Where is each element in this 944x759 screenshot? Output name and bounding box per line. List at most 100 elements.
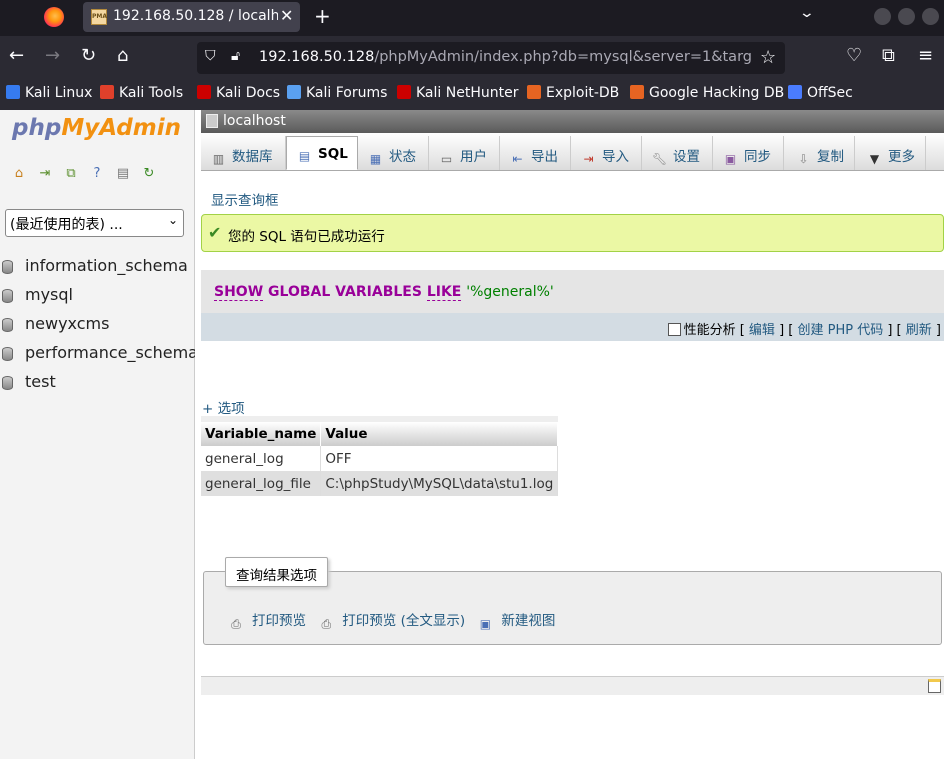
query-window-icon[interactable]: ⧉ — [63, 166, 79, 182]
bookmark-kali-tools[interactable]: Kali Tools — [100, 85, 183, 101]
home-icon[interactable]: ⌂ — [11, 166, 27, 182]
bookmark-kali-linux[interactable]: Kali Linux — [6, 85, 92, 101]
table-row[interactable]: general_log_file C:\phpStudy\MySQL\data\… — [201, 471, 559, 496]
forward-icon[interactable]: → — [45, 46, 60, 66]
query-results-operations-legend: 查询结果选项 — [225, 557, 328, 587]
browser-tab[interactable]: PMA 192.168.50.128 / localhost ✕ — [83, 2, 300, 32]
bookmark-kali-nethunter[interactable]: Kali NetHunter — [397, 85, 518, 101]
database-name[interactable]: performance_schema — [25, 343, 195, 362]
tab-label: SQL — [318, 146, 348, 162]
tab-label: 同步 — [744, 149, 771, 165]
tab-more[interactable]: ▼ 更多 — [855, 136, 926, 170]
database-icon — [2, 289, 13, 303]
tab-export[interactable]: ⇤ 导出 — [500, 136, 571, 170]
database-name[interactable]: mysql — [25, 285, 73, 304]
bookmark-kali-docs[interactable]: Kali Docs — [197, 85, 280, 101]
profiling-label[interactable]: 性能分析 — [684, 323, 736, 338]
database-name[interactable]: test — [25, 372, 56, 391]
column-header[interactable]: Variable_name — [201, 422, 322, 446]
table-row[interactable]: general_log OFF — [201, 446, 559, 471]
phpmyadmin-logo[interactable]: phpMyAdmin — [12, 115, 181, 141]
export-icon: ⇤ — [512, 152, 523, 166]
list-tabs-chevron-icon[interactable]: ⌄ — [799, 5, 815, 21]
documentation-icon[interactable]: ▤ — [115, 166, 131, 182]
database-item[interactable]: information_schema — [0, 253, 195, 282]
console-icon[interactable] — [928, 679, 941, 693]
tab-settings[interactable]: 🔧︎ 设置 — [642, 136, 713, 170]
maximize-window-icon[interactable] — [898, 8, 915, 25]
create-view-link[interactable]: 新建视图 — [501, 613, 555, 629]
sql-icon: ▤ — [298, 149, 311, 163]
sql-keyword-like[interactable]: LIKE — [426, 284, 462, 301]
column-header[interactable]: Value — [320, 422, 559, 446]
database-icon: ▥ — [212, 152, 225, 166]
bookmark-star-icon[interactable]: ☆ — [760, 47, 776, 68]
print-view-full-link[interactable]: 打印预览 (全文显示) — [342, 613, 465, 629]
back-icon[interactable]: ← — [9, 46, 24, 66]
tab-import[interactable]: ⇥ 导入 — [571, 136, 642, 170]
import-icon: ⇥ — [583, 152, 594, 166]
database-icon — [2, 376, 13, 390]
replication-icon: ⇩ — [798, 152, 809, 166]
sql-keyword-show[interactable]: SHOW — [214, 284, 264, 301]
pocket-icon[interactable]: ♡ — [846, 46, 862, 66]
extensions-icon[interactable]: ⧉ — [882, 46, 895, 66]
print-view-link[interactable]: 打印预览 — [252, 613, 306, 629]
tab-databases[interactable]: ▥ 数据库 — [201, 136, 286, 170]
settings-icon: 🔧︎ — [652, 152, 668, 166]
tab-users[interactable]: ▭ 用户 — [429, 136, 500, 170]
checkmark-icon: ✔ — [208, 223, 222, 242]
bookmark-exploit-db[interactable]: Exploit-DB — [527, 85, 619, 101]
bookmark-google-hacking-db[interactable]: Google Hacking DB — [630, 85, 784, 101]
url-bar[interactable]: ⛉ 🔓︎ 192.168.50.128/phpMyAdmin/index.php… — [197, 42, 785, 74]
menu-icon[interactable]: ≡ — [918, 46, 933, 66]
database-name[interactable]: information_schema — [25, 256, 188, 275]
refresh-link[interactable]: 刷新 — [906, 323, 932, 338]
logo-php: php — [12, 115, 62, 141]
database-item[interactable]: test — [0, 369, 195, 398]
insecure-lock-icon[interactable]: 🔓︎ — [231, 48, 240, 64]
bookmark-label: Exploit-DB — [546, 85, 620, 101]
options-link[interactable]: + 选项 — [202, 397, 245, 417]
bookmark-offsec[interactable]: OffSec — [788, 85, 853, 101]
tab-sql[interactable]: ▤ SQL — [286, 136, 358, 170]
database-item[interactable]: performance_schema — [0, 340, 195, 369]
docs-icon[interactable]: ? — [89, 166, 105, 182]
home-icon[interactable]: ⌂ — [117, 46, 128, 66]
close-window-icon[interactable] — [922, 8, 939, 25]
logout-icon[interactable]: ⇥ — [37, 166, 53, 182]
kali-docs-icon — [197, 85, 211, 99]
minimize-window-icon[interactable] — [874, 8, 891, 25]
new-tab-icon[interactable]: + — [314, 4, 331, 28]
reload-nav-icon[interactable]: ↻ — [141, 166, 157, 182]
tab-label: 导出 — [531, 149, 558, 165]
database-item[interactable]: mysql — [0, 282, 195, 311]
reload-icon[interactable]: ↻ — [81, 46, 96, 66]
shield-icon[interactable]: ⛉ — [205, 48, 216, 64]
users-icon: ▭ — [440, 152, 453, 166]
nethunter-icon — [397, 85, 411, 99]
server-link[interactable]: localhost — [223, 113, 286, 129]
tab-replication[interactable]: ⇩ 复制 — [784, 136, 855, 170]
firefox-icon[interactable] — [44, 7, 64, 27]
database-icon — [2, 260, 13, 274]
database-name[interactable]: newyxcms — [25, 314, 109, 333]
table-cell: C:\phpStudy\MySQL\data\stu1.log — [320, 471, 559, 496]
bookmarks-toolbar: Kali Linux Kali Tools Kali Docs Kali For… — [0, 78, 944, 110]
chevron-down-icon: ⌄ — [167, 213, 178, 227]
tab-sync[interactable]: ▣ 同步 — [713, 136, 784, 170]
tab-label: 更多 — [888, 149, 915, 165]
tab-status[interactable]: ▦ 状态 — [358, 136, 429, 170]
bookmark-label: OffSec — [807, 85, 853, 101]
url-text[interactable]: 192.168.50.128/phpMyAdmin/index.php?db=m… — [259, 49, 751, 65]
show-query-box-link[interactable]: 显示查询框 — [211, 189, 279, 209]
database-item[interactable]: newyxcms — [0, 311, 195, 340]
profiling-checkbox[interactable] — [667, 323, 681, 336]
recent-tables-select[interactable]: (最近使用的表) ... ⌄ — [5, 209, 184, 237]
bookmark-kali-forums[interactable]: Kali Forums — [287, 85, 387, 101]
tab-label: 用户 — [460, 149, 487, 165]
edit-query-link[interactable]: 编辑 — [749, 323, 775, 338]
create-php-code-link[interactable]: 创建 PHP 代码 — [797, 323, 883, 338]
top-menu-tabs: ▥ 数据库 ▤ SQL ▦ 状态 ▭ 用户 ⇤ 导出 ⇥ 导入 🔧︎ 设置 ▣ 同步 ⇩ 复制 ▼… — [201, 133, 944, 171]
close-tab-icon[interactable]: ✕ — [280, 6, 293, 25]
